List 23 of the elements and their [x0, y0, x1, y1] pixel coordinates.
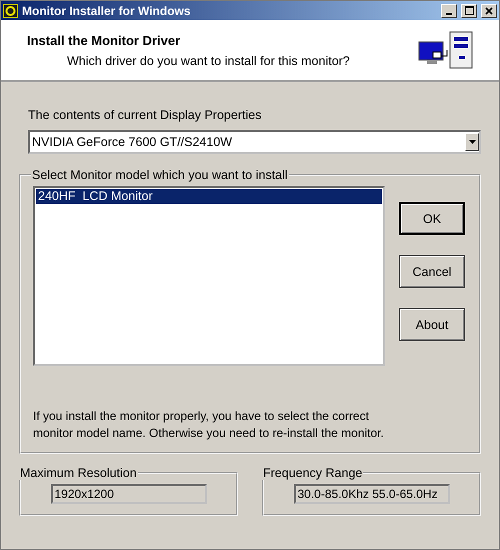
header-subtitle: Which driver do you want to install for this monitor? — [66, 54, 351, 68]
model-group-title: Select Monitor model which you want to install — [31, 168, 289, 182]
close-icon — [485, 6, 493, 14]
resolution-field: 1920x1200 — [50, 484, 206, 504]
close-button[interactable] — [481, 4, 497, 18]
maximize-icon — [464, 6, 474, 15]
header-title: Install the Monitor Driver — [27, 32, 182, 48]
resolution-title: Maximum Resolution — [19, 466, 138, 480]
model-list[interactable]: 240HF LCD Monitor — [33, 186, 385, 366]
window-title: Monitor Installer for Windows — [22, 4, 192, 18]
model-list-item[interactable]: 240HF LCD Monitor — [36, 189, 382, 204]
dialog-button[interactable]: About — [399, 308, 465, 341]
frequency-field: 30.0-85.0Khz 55.0-65.0Hz — [294, 484, 450, 504]
display-label: The contents of current Display Properties — [28, 108, 262, 122]
maximize-button[interactable] — [461, 4, 477, 18]
dialog-button[interactable]: Cancel — [399, 255, 465, 288]
minimize-button[interactable] — [441, 4, 457, 18]
app-icon — [3, 4, 18, 18]
dialog-button[interactable]: OK — [399, 202, 465, 235]
minimize-icon — [446, 12, 452, 14]
install-note: If you install the monitor properly, you have to select the correct monitor model name. Otherwise you need to re-install the monitor. — [33, 408, 385, 442]
frequency-title: Frequency Range — [262, 466, 364, 480]
display-dropdown[interactable]: NVIDIA GeForce 7600 GT//S2410W — [28, 130, 481, 154]
